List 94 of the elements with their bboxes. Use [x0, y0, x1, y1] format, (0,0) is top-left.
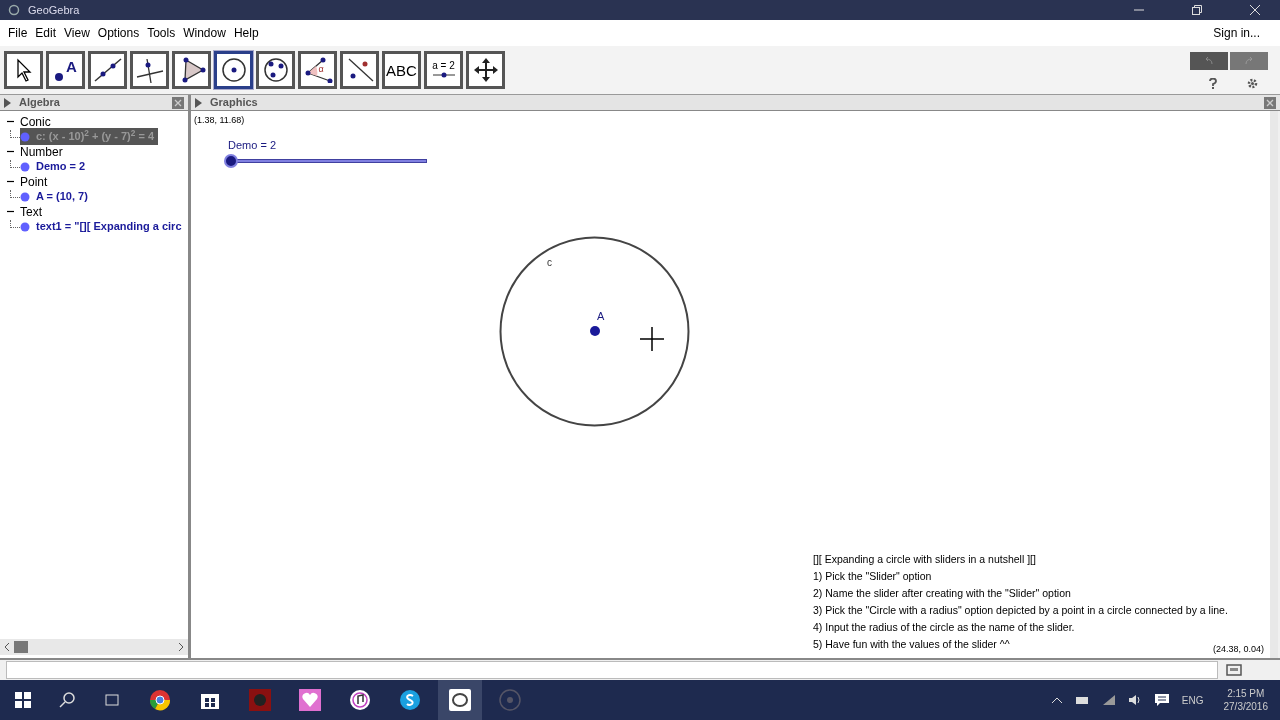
restore-icon[interactable] [1192, 5, 1202, 15]
active-app-tab[interactable] [438, 680, 482, 720]
text-line: 1) Pick the "Slider" option [813, 569, 933, 583]
text-line: [][ Expanding a circle with sliders in a nutshell ][] [813, 552, 1037, 566]
input-field[interactable] [6, 661, 1218, 679]
geogebra-app-icon [449, 689, 471, 711]
category-label: Text [20, 203, 42, 221]
menu-item[interactable]: Help [229, 24, 263, 42]
text-line: 4) Input the radius of the circle as the name of the slider. [813, 620, 1076, 634]
perpendicular-lines-icon [134, 57, 165, 83]
text-line: 3) Pick the "Circle with a radius" option depicted by a point in a circle connected by a line. [813, 603, 1228, 617]
tool-button[interactable] [88, 51, 127, 89]
battery-icon[interactable] [1073, 695, 1090, 705]
search-icon[interactable] [59, 692, 75, 708]
wifi-icon[interactable] [1101, 694, 1116, 706]
slider-thumb[interactable] [224, 154, 238, 168]
tool-button[interactable] [172, 51, 211, 89]
circle-three-points-icon [261, 56, 290, 84]
menu-item[interactable]: View [60, 24, 94, 42]
slider-label: Demo = 2 [228, 138, 276, 153]
collapse-icon[interactable] [6, 118, 14, 125]
windows-start-icon[interactable] [15, 692, 31, 708]
algebra-text: Demo = 2 [36, 159, 86, 175]
visibility-dot-icon[interactable] [20, 161, 30, 172]
horizontal-scrollbar[interactable] [0, 639, 188, 655]
speaker-icon[interactable] [1127, 694, 1142, 706]
clock-time[interactable]: 2:15 PM [1227, 687, 1265, 700]
tool-button[interactable] [340, 51, 379, 89]
task-view-icon[interactable] [103, 693, 121, 707]
circle-center-icon [219, 56, 248, 84]
tool-button[interactable] [4, 51, 43, 89]
algebra-row[interactable]: A = (10, 7) [20, 188, 92, 205]
undo-button[interactable] [1190, 51, 1228, 70]
menu-item[interactable]: Options [93, 24, 144, 42]
language-indicator[interactable]: ENG [1181, 692, 1204, 708]
triangle-icon[interactable] [4, 97, 11, 108]
point[interactable] [589, 325, 601, 337]
window-title: GeoGebra [28, 2, 80, 18]
visibility-dot-icon[interactable] [20, 131, 30, 142]
clock-date[interactable]: 27/3/2016 [1223, 700, 1268, 713]
sign-in-link[interactable]: Sign in... [1213, 24, 1260, 42]
tool-button[interactable] [256, 51, 295, 89]
tool-button[interactable] [130, 51, 169, 89]
algebra-text: text1 = "[][ Expanding a circ [36, 219, 182, 235]
panel-title: Algebra [19, 95, 61, 111]
visibility-dot-icon[interactable] [20, 191, 30, 202]
point-label: A [597, 311, 605, 322]
text-tool-label: ABC [386, 62, 417, 78]
chrome-app-icon[interactable] [149, 689, 171, 711]
app-icon [8, 4, 20, 16]
collapse-icon[interactable] [6, 208, 14, 215]
algebra-row[interactable]: Demo = 2 [20, 158, 90, 175]
tool-button[interactable]: A [46, 51, 85, 89]
menu-item[interactable]: Tools [143, 24, 180, 42]
tool-button[interactable] [466, 51, 505, 89]
mouse-coordinates: (1.38, 11.68) [194, 114, 245, 127]
category-label: Point [20, 173, 48, 191]
menu-item[interactable]: Window [179, 24, 230, 42]
menu-item[interactable]: File [4, 24, 32, 42]
triangle-icon[interactable] [195, 97, 202, 108]
close-icon[interactable] [1250, 5, 1260, 15]
circle[interactable] [499, 236, 690, 427]
music-app-icon[interactable] [349, 689, 371, 711]
slider-track[interactable] [224, 153, 429, 169]
chevron-up-icon[interactable] [1051, 697, 1062, 703]
redo-button[interactable] [1230, 51, 1268, 70]
scrollbar-thumb[interactable] [14, 641, 28, 653]
algebra-row[interactable]: text1 = "[][ Expanding a circ [20, 218, 186, 235]
settings-icon[interactable] [1247, 77, 1258, 89]
crosshair-cursor-icon [640, 327, 664, 351]
tool-button[interactable]: α [298, 51, 337, 89]
mouse-coordinates: (24.38, 0.04) [1212, 642, 1264, 656]
help-icon[interactable] [1209, 77, 1217, 89]
redo-icon [1244, 56, 1254, 65]
panel-title: Graphics [210, 95, 259, 111]
tool-button[interactable] [214, 51, 253, 89]
visibility-dot-icon[interactable] [20, 221, 30, 232]
collapse-icon[interactable] [6, 178, 14, 185]
notification-icon[interactable] [1153, 693, 1170, 707]
circle-label: c [547, 258, 552, 268]
undo-icon [1204, 56, 1214, 65]
keyboard-icon[interactable] [1226, 664, 1242, 676]
text-line: 2) Name the slider after creating with the "Slider" option [813, 586, 1072, 600]
menu-item[interactable]: Edit [31, 24, 61, 42]
category-label: Conic [20, 113, 51, 131]
move-arrows-icon [472, 57, 499, 83]
algebra-text: A = (10, 7) [36, 189, 88, 205]
heart-app-icon[interactable] [299, 689, 321, 711]
collapse-icon[interactable] [6, 148, 14, 155]
line-icon [92, 57, 123, 83]
skype-icon[interactable] [399, 689, 421, 711]
tool-button[interactable]: a = 2 [424, 51, 463, 89]
category-label: Number [20, 143, 63, 161]
tool-button[interactable]: ABC [382, 51, 421, 89]
